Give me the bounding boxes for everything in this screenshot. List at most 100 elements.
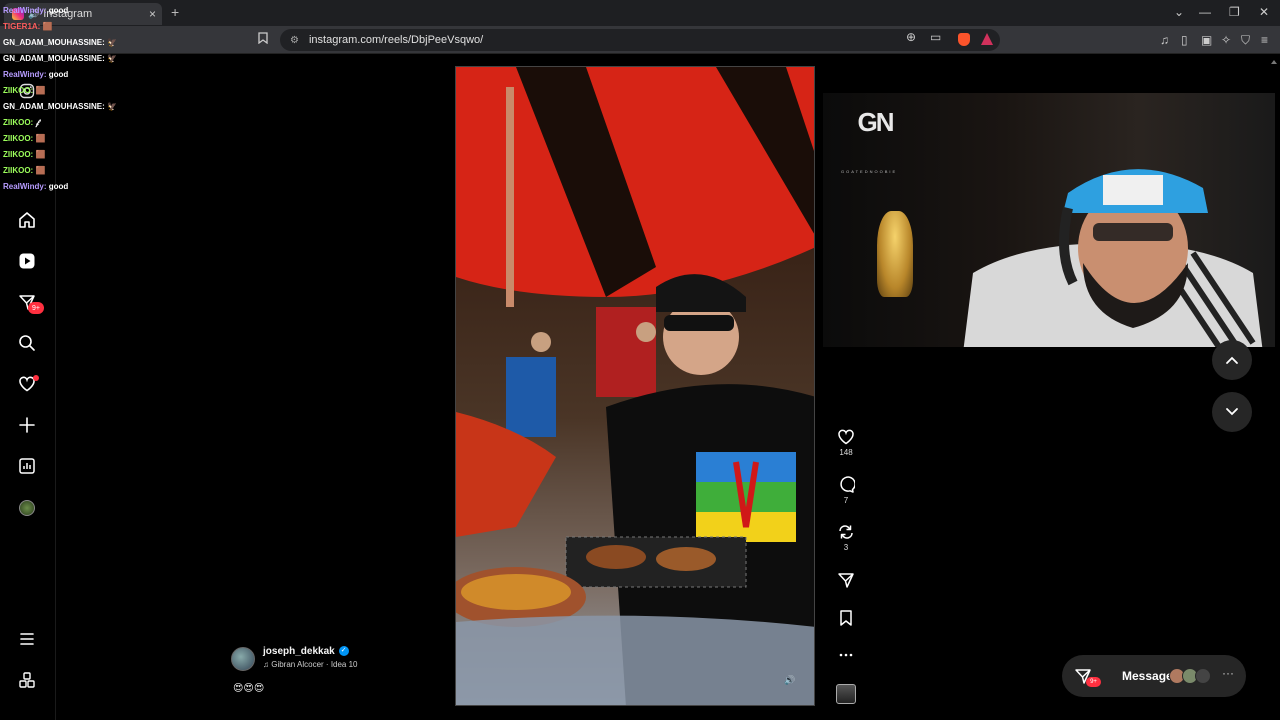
minimize-button[interactable]: —	[1199, 5, 1211, 19]
mute-icon[interactable]: 🔊	[784, 675, 800, 691]
streamer-figure	[963, 169, 1263, 347]
chat-message: GN_ADAM_MOUHASSINE: 🦅	[3, 51, 203, 67]
zoom-icon[interactable]: ⊕	[906, 30, 916, 44]
maximize-button[interactable]: ❐	[1229, 5, 1240, 19]
brave-rewards-icon[interactable]	[981, 33, 993, 45]
chat-username: ZIIKOO:	[3, 166, 34, 175]
chat-username: ZIIKOO:	[3, 118, 34, 127]
site-info-icon[interactable]: ⚙	[290, 35, 299, 46]
message-avatars	[1169, 668, 1211, 684]
heart-icon	[838, 429, 854, 445]
music-note-icon: ♫	[263, 660, 272, 669]
chat-message: GN_ADAM_MOUHASSINE: 🦅	[3, 99, 203, 115]
chat-text: 🦅	[107, 54, 117, 63]
sidebar-toggle-icon[interactable]: ▯	[1181, 33, 1188, 47]
media-icon[interactable]: ♫	[1160, 33, 1169, 47]
gn-logo: GN	[857, 107, 895, 137]
reel-caption: 😍😍😍	[233, 683, 265, 694]
chat-message: GN_ADAM_MOUHASSINE: 🦅	[3, 35, 203, 51]
chat-username: GN_ADAM_MOUHASSINE:	[3, 102, 105, 111]
chat-username: ZIIKOO:	[3, 134, 34, 143]
chat-text: good	[48, 6, 69, 15]
create-plus-icon[interactable]	[16, 414, 38, 436]
chat-text: 🟫	[35, 150, 46, 159]
reels-icon[interactable]	[16, 250, 38, 272]
chat-username: RealWindy:	[3, 6, 47, 15]
share-button[interactable]	[830, 571, 862, 589]
url-text: instagram.com/reels/DbjPeeVsqwo/	[308, 34, 484, 46]
stream-chat-overlay: RealWindy: good TIGER1A: 🟫 GN_ADAM_MOUHASS…	[3, 3, 203, 195]
wallet-icon[interactable]: ▣	[1201, 33, 1212, 47]
repost-count: 3	[843, 543, 849, 552]
chat-text: 🦅	[107, 38, 117, 47]
repost-icon	[839, 525, 853, 539]
chat-message: ZIIKOO: 🟫	[3, 131, 203, 147]
author-avatar[interactable]	[231, 647, 255, 671]
messages-badge: 9+	[1086, 677, 1101, 687]
next-reel-button[interactable]	[1212, 392, 1252, 432]
audio-track-label: Gibran Alcocer · Idea 10	[271, 660, 358, 669]
more-options-button[interactable]	[830, 646, 862, 664]
messages-button[interactable]: 9+ Messages ···	[1062, 655, 1246, 697]
menu-icon[interactable]: ≡	[1261, 33, 1268, 47]
chat-text: good	[48, 70, 69, 79]
chevron-down-icon	[1226, 408, 1238, 416]
page-scrollbar[interactable]	[1270, 54, 1278, 720]
messages-count-badge: 9+	[28, 302, 44, 314]
audio-thumbnail[interactable]	[836, 684, 856, 704]
tab-search-icon[interactable]: ⌄	[1174, 5, 1184, 19]
chat-username: GN_ADAM_MOUHASSINE:	[3, 54, 105, 63]
bookmark-icon	[840, 610, 852, 626]
chevron-up-icon	[1226, 356, 1238, 364]
more-menu-icon[interactable]	[16, 628, 38, 650]
leo-ai-icon[interactable]: ✧	[1221, 33, 1231, 47]
chat-message: ZIIKOO: 🟫	[3, 83, 203, 99]
like-count: 148	[839, 448, 853, 457]
chat-text: 🟫	[35, 134, 46, 143]
chat-username: RealWindy:	[3, 70, 47, 79]
gn-logo-subtitle: GOATEDNOOBIE	[841, 169, 898, 174]
cast-icon[interactable]: ▭	[930, 30, 941, 44]
dashboard-chart-icon[interactable]	[16, 455, 38, 477]
chat-message: ZIIKOO: 𝒻	[3, 115, 203, 131]
comment-icon	[840, 476, 855, 493]
streamer-webcam: GN GOATEDNOOBIE	[823, 93, 1275, 347]
chat-text: 𝒻	[35, 118, 40, 127]
url-field[interactable]: ⚙ instagram.com/reels/DbjPeeVsqwo/	[280, 29, 1000, 51]
notification-dot	[33, 375, 39, 381]
chat-message: ZIIKOO: 🟫	[3, 163, 203, 179]
author-name-row: joseph_dekkak ✓	[263, 646, 349, 657]
reel-video[interactable]: 🔊	[455, 66, 815, 706]
chat-message: ZIIKOO: 🟫	[3, 147, 203, 163]
more-avatars-icon: ···	[1222, 666, 1234, 680]
repost-button[interactable]: 3	[830, 523, 862, 552]
chat-username: GN_ADAM_MOUHASSINE:	[3, 38, 105, 47]
brave-shields-icon[interactable]	[958, 33, 970, 46]
chat-text: 🟫	[42, 22, 53, 31]
save-button[interactable]	[830, 609, 862, 627]
chat-username: ZIIKOO:	[3, 86, 34, 95]
chat-username: ZIIKOO:	[3, 150, 34, 159]
chat-text: 🟫	[35, 166, 46, 175]
search-icon[interactable]	[16, 332, 38, 354]
chat-username: TIGER1A:	[3, 22, 41, 31]
chat-text: 🦅	[107, 102, 117, 111]
also-from-meta-icon[interactable]	[16, 669, 38, 691]
video-scene	[456, 274, 814, 705]
audio-track[interactable]: ♫ Gibran Alcocer · Idea 10	[263, 660, 358, 669]
like-button[interactable]: 148	[830, 428, 862, 457]
home-icon[interactable]	[16, 209, 38, 231]
chat-message: RealWindy: good	[3, 67, 203, 83]
chat-username: RealWindy:	[3, 182, 47, 191]
author-username[interactable]: joseph_dekkak	[263, 646, 335, 657]
avatar	[1195, 668, 1211, 684]
chat-text: 🟫	[35, 86, 46, 95]
share-icon	[838, 573, 854, 588]
vpn-icon[interactable]: ⛉	[1241, 33, 1250, 48]
close-window-button[interactable]: ✕	[1259, 5, 1269, 19]
comment-button[interactable]: 7	[830, 476, 862, 505]
profile-avatar[interactable]	[16, 497, 38, 519]
previous-reel-button[interactable]	[1212, 340, 1252, 380]
chat-text: good	[48, 182, 69, 191]
bookmark-icon[interactable]	[258, 32, 268, 47]
